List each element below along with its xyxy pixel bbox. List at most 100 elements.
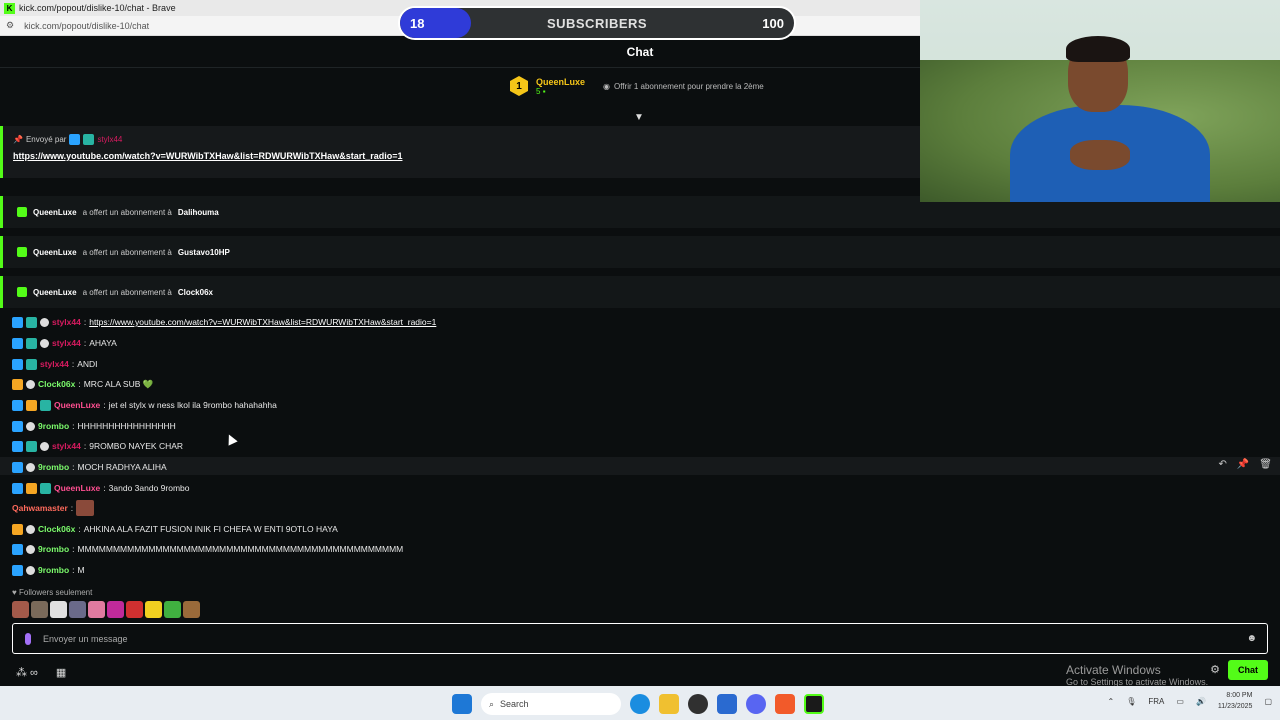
verified-badge-icon bbox=[12, 358, 23, 370]
og-badge-icon bbox=[40, 482, 51, 494]
kick-logo-icon: K bbox=[4, 2, 15, 14]
message-user[interactable]: stylx44 bbox=[52, 338, 81, 348]
message-text: MRC ALA SUB 💚 bbox=[83, 378, 154, 389]
taskbar-search[interactable]: ⌕ Search bbox=[481, 693, 621, 715]
gift-event: QueenLuxe a offert un abonnement à Clock… bbox=[0, 276, 1280, 308]
obs-icon[interactable] bbox=[688, 694, 708, 714]
kick-app-icon[interactable] bbox=[804, 694, 824, 714]
crown-badge-icon bbox=[26, 399, 37, 411]
message-text: AHKINA ALA FAZIT FUSION INIK FI CHEFA W … bbox=[83, 524, 338, 534]
store-icon[interactable]: ▦ bbox=[56, 666, 66, 679]
og-badge-icon bbox=[40, 399, 51, 411]
chat-message: Clock06x: AHKINA ALA FAZIT FUSION INIK F… bbox=[12, 521, 338, 537]
gift-text: a offert un abonnement à bbox=[82, 207, 172, 217]
sub-badge-icon bbox=[40, 317, 49, 327]
settings-gear-icon[interactable]: ⚙ bbox=[1210, 663, 1220, 676]
gift-leaderboard[interactable]: 1 QueenLuxe 5 ▪ ◉ Offrir 1 abonnement po… bbox=[510, 76, 764, 96]
message-user[interactable]: 9rombo bbox=[38, 462, 69, 472]
chat-message: 9rombo: MOCH RADHYA ALIHA bbox=[12, 459, 167, 475]
reply-icon[interactable]: ↶ bbox=[1218, 459, 1226, 470]
pinned-link[interactable]: https://www.youtube.com/watch?v=WURWibTX… bbox=[13, 151, 910, 161]
send-chat-button[interactable]: Chat bbox=[1228, 660, 1268, 680]
chevron-up-icon[interactable]: ⌃ bbox=[1108, 697, 1115, 706]
emote[interactable] bbox=[126, 601, 143, 618]
delete-icon[interactable]: 🗑 bbox=[1259, 459, 1272, 470]
edge-icon[interactable] bbox=[630, 694, 650, 714]
pin-icon[interactable]: 📌 bbox=[1237, 459, 1249, 470]
url-text[interactable]: kick.com/popout/dislike-10/chat bbox=[24, 21, 149, 31]
message-user[interactable]: Qahwamaster bbox=[12, 503, 68, 513]
emote[interactable] bbox=[12, 601, 29, 618]
gift-user[interactable]: QueenLuxe bbox=[33, 288, 77, 297]
emote[interactable] bbox=[107, 601, 124, 618]
mic-tray-icon[interactable]: 🎙 bbox=[1126, 697, 1136, 706]
network-icon[interactable]: ▭ bbox=[1176, 697, 1184, 706]
gift-text: a offert un abonnement à bbox=[82, 287, 172, 297]
emote[interactable] bbox=[31, 601, 48, 618]
emote-picker-icon[interactable]: ⁂ ∞ bbox=[16, 666, 38, 679]
sub-label: SUBSCRIBERS bbox=[546, 15, 648, 31]
gift-user[interactable]: QueenLuxe bbox=[33, 208, 77, 217]
verified-badge-icon bbox=[12, 316, 23, 328]
collapse-pinned-icon[interactable]: ▼ bbox=[634, 112, 644, 123]
message-user[interactable]: 9rombo bbox=[38, 565, 69, 575]
message-user[interactable]: QueenLuxe bbox=[54, 483, 100, 493]
message-user[interactable]: QueenLuxe bbox=[54, 400, 100, 410]
gift-recipient[interactable]: Clock06x bbox=[178, 288, 213, 297]
notification-icon[interactable]: ▢ bbox=[1264, 697, 1272, 706]
gift-recipient[interactable]: Gustavo10HP bbox=[178, 248, 230, 257]
message-input[interactable]: Envoyer un message ☻ bbox=[12, 623, 1268, 654]
emote[interactable] bbox=[164, 601, 181, 618]
pinned-label: Envoyé par bbox=[25, 135, 67, 144]
chat-message: 9rombo: HHHHHHHHHHHHHHHH bbox=[12, 418, 176, 434]
og-badge-icon bbox=[26, 337, 37, 349]
emote[interactable] bbox=[183, 601, 200, 618]
message-text: jet el stylx w ness lkol ila 9rombo haha… bbox=[108, 400, 277, 410]
emoji-icon[interactable]: ☻ bbox=[1246, 633, 1257, 644]
sub-badge-icon bbox=[26, 524, 35, 534]
message-user[interactable]: stylx44 bbox=[52, 317, 81, 327]
verified-badge-icon bbox=[12, 543, 23, 555]
store-app-icon[interactable] bbox=[717, 694, 737, 714]
gift-event: QueenLuxe a offert un abonnement à Gusta… bbox=[0, 236, 1280, 268]
message-user[interactable]: stylx44 bbox=[40, 359, 69, 369]
site-settings-icon[interactable]: ⚙ bbox=[6, 20, 14, 31]
hovered-row-highlight bbox=[0, 457, 1280, 475]
followers-only-notice: ♥ Followers seulement bbox=[12, 588, 92, 597]
sub-badge-icon bbox=[40, 441, 49, 451]
message-user[interactable]: 9rombo bbox=[38, 544, 69, 554]
webcam-overlay bbox=[920, 0, 1280, 202]
discord-icon[interactable] bbox=[746, 694, 766, 714]
file-explorer-icon[interactable] bbox=[659, 694, 679, 714]
gift-offer[interactable]: ◉ Offrir 1 abonnement pour prendre la 2è… bbox=[603, 82, 764, 91]
info-icon: ◉ bbox=[603, 81, 610, 91]
leaderboard-name[interactable]: QueenLuxe bbox=[536, 77, 585, 87]
pinned-user[interactable]: stylx44 bbox=[97, 135, 122, 144]
clock[interactable]: 8:00 PM 11/23/2025 bbox=[1218, 690, 1253, 712]
message-user[interactable]: 9rombo bbox=[38, 421, 69, 431]
emote[interactable] bbox=[145, 601, 162, 618]
mic-icon[interactable] bbox=[25, 632, 31, 645]
chat-message: 9rombo: M bbox=[12, 562, 85, 578]
emote[interactable] bbox=[50, 601, 67, 618]
language-indicator[interactable]: FRA bbox=[1148, 697, 1164, 706]
message-user[interactable]: Clock06x bbox=[38, 524, 75, 534]
emote[interactable] bbox=[69, 601, 86, 618]
message-user[interactable]: stylx44 bbox=[52, 441, 81, 451]
gift-recipient[interactable]: Dalihouma bbox=[178, 208, 219, 217]
start-icon[interactable] bbox=[452, 694, 472, 714]
sub-badge-icon bbox=[26, 421, 35, 431]
leaderboard-count: 5 bbox=[536, 86, 541, 96]
verified-badge-icon bbox=[12, 399, 23, 411]
sub-goal: 100 bbox=[762, 15, 784, 31]
chat-message: Qahwamaster: bbox=[12, 500, 95, 516]
message-link[interactable]: https://www.youtube.com/watch?v=WURWibTX… bbox=[89, 317, 436, 327]
clock-date: 11/23/2025 bbox=[1217, 703, 1253, 710]
brave-icon[interactable] bbox=[775, 694, 795, 714]
verified-badge-icon bbox=[12, 420, 23, 432]
gift-icon: ▪ bbox=[542, 86, 546, 96]
emote[interactable] bbox=[88, 601, 105, 618]
volume-icon[interactable]: 🔊 bbox=[1196, 697, 1206, 706]
message-user[interactable]: Clock06x bbox=[38, 379, 75, 389]
gift-user[interactable]: QueenLuxe bbox=[33, 248, 77, 257]
